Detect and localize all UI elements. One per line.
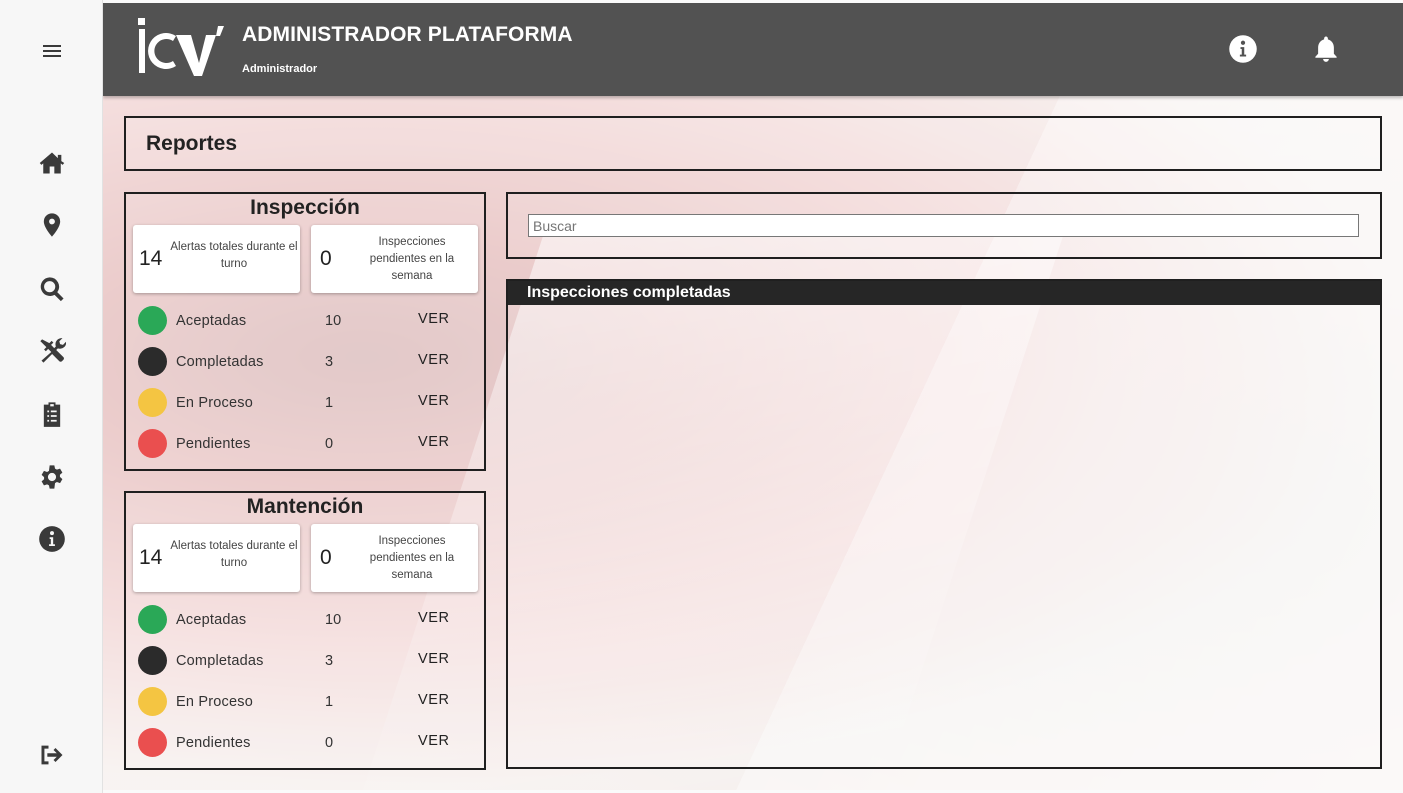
status-count: 1 — [325, 395, 334, 411]
alerts-card: 14 Alertas totales durante el turno — [133, 524, 300, 592]
menu-button[interactable] — [31, 30, 73, 72]
table-header: Inspecciones completadas — [508, 281, 1380, 305]
pending-count: 0 — [320, 546, 332, 569]
sidebar-item-tools[interactable] — [31, 330, 73, 372]
status-row-pendientes: Pendientes 0 VER — [138, 728, 468, 758]
status-dot-red — [138, 429, 167, 458]
ver-button[interactable]: VER — [418, 393, 450, 409]
ver-button[interactable]: VER — [418, 434, 450, 450]
status-label: Aceptadas — [176, 612, 247, 628]
info-icon — [1229, 35, 1257, 63]
alerts-label: Alertas totales durante el turno — [170, 241, 298, 270]
status-label: En Proceso — [176, 694, 253, 710]
ver-button[interactable]: VER — [418, 610, 450, 626]
ver-button[interactable]: VER — [418, 311, 450, 327]
status-label: Pendientes — [176, 436, 251, 452]
gear-icon — [41, 465, 63, 489]
status-row-completadas: Completadas 3 VER — [138, 646, 468, 676]
status-label: Pendientes — [176, 735, 251, 751]
status-count: 1 — [325, 694, 334, 710]
status-row-en-proceso: En Proceso 1 VER — [138, 388, 468, 418]
status-dot-yellow — [138, 687, 167, 716]
status-count: 3 — [325, 354, 334, 370]
status-label: Aceptadas — [176, 313, 247, 329]
status-count: 10 — [325, 612, 342, 628]
app-title: ADMINISTRADOR PLATAFORMA — [242, 23, 573, 46]
status-count: 10 — [325, 313, 342, 329]
bell-icon — [1315, 36, 1337, 62]
logout-button[interactable] — [31, 734, 73, 776]
alerts-count: 14 — [139, 546, 163, 569]
main-area: ADMINISTRADOR PLATAFORMA Administrador R… — [103, 3, 1403, 790]
status-dot-black — [138, 347, 167, 376]
ver-button[interactable]: VER — [418, 352, 450, 368]
page-header: Reportes — [124, 116, 1382, 171]
alerts-count: 14 — [139, 247, 163, 270]
alerts-card: 14 Alertas totales durante el turno — [133, 225, 300, 293]
sidebar-item-settings[interactable] — [31, 456, 73, 498]
status-row-aceptadas: Aceptadas 10 VER — [138, 306, 468, 336]
status-label: Completadas — [176, 354, 264, 370]
status-dot-red — [138, 728, 167, 757]
pending-label: Inspecciones pendientes en la semana — [369, 535, 455, 581]
pending-count: 0 — [320, 247, 332, 270]
page-title: Reportes — [146, 132, 238, 155]
logout-icon — [41, 745, 63, 765]
alerts-label: Alertas totales durante el turno — [170, 540, 298, 569]
status-count: 3 — [325, 653, 334, 669]
sidebar-item-info[interactable] — [31, 518, 73, 560]
status-row-completadas: Completadas 3 VER — [138, 347, 468, 377]
status-label: Completadas — [176, 653, 264, 669]
sidebar-item-reports[interactable] — [31, 393, 73, 435]
maintenance-panel: Mantención 14 Alertas totales durante el… — [124, 491, 486, 770]
status-dot-green — [138, 306, 167, 335]
panel-title: Mantención — [246, 495, 364, 518]
status-label: En Proceso — [176, 395, 253, 411]
pending-label: Inspecciones pendientes en la semana — [369, 236, 455, 282]
pending-card: 0 Inspecciones pendientes en la semana — [311, 524, 478, 592]
status-count: 0 — [325, 436, 334, 452]
status-dot-yellow — [138, 388, 167, 417]
panel-title: Inspección — [250, 196, 360, 219]
header-info-button[interactable] — [1227, 33, 1259, 65]
sidebar — [0, 0, 103, 793]
sidebar-item-location[interactable] — [31, 204, 73, 246]
top-bar: ADMINISTRADOR PLATAFORMA Administrador — [103, 3, 1403, 96]
tools-icon — [40, 338, 66, 363]
home-icon — [39, 152, 65, 174]
search-panel — [506, 192, 1382, 259]
info-icon — [39, 526, 65, 552]
ver-button[interactable]: VER — [418, 733, 450, 749]
sidebar-item-home[interactable] — [31, 142, 73, 184]
inspection-panel: Inspección 14 Alertas totales durante el… — [124, 192, 486, 471]
status-dot-black — [138, 646, 167, 675]
clipboard-icon — [43, 402, 61, 427]
icv-logo — [138, 18, 224, 76]
notifications-button[interactable] — [1310, 33, 1342, 65]
status-dot-green — [138, 605, 167, 634]
status-row-en-proceso: En Proceso 1 VER — [138, 687, 468, 717]
pending-card: 0 Inspecciones pendientes en la semana — [311, 225, 478, 293]
location-icon — [43, 213, 61, 237]
status-count: 0 — [325, 735, 334, 751]
completed-inspections-table: Inspecciones completadas — [506, 279, 1382, 769]
user-role: Administrador — [242, 63, 318, 75]
search-input[interactable] — [528, 214, 1359, 237]
search-icon — [40, 277, 64, 302]
status-row-aceptadas: Aceptadas 10 VER — [138, 605, 468, 635]
ver-button[interactable]: VER — [418, 651, 450, 667]
ver-button[interactable]: VER — [418, 692, 450, 708]
sidebar-item-search[interactable] — [31, 268, 73, 310]
menu-icon — [43, 45, 61, 57]
status-row-pendientes: Pendientes 0 VER — [138, 429, 468, 459]
table-title: Inspecciones completadas — [527, 284, 731, 301]
